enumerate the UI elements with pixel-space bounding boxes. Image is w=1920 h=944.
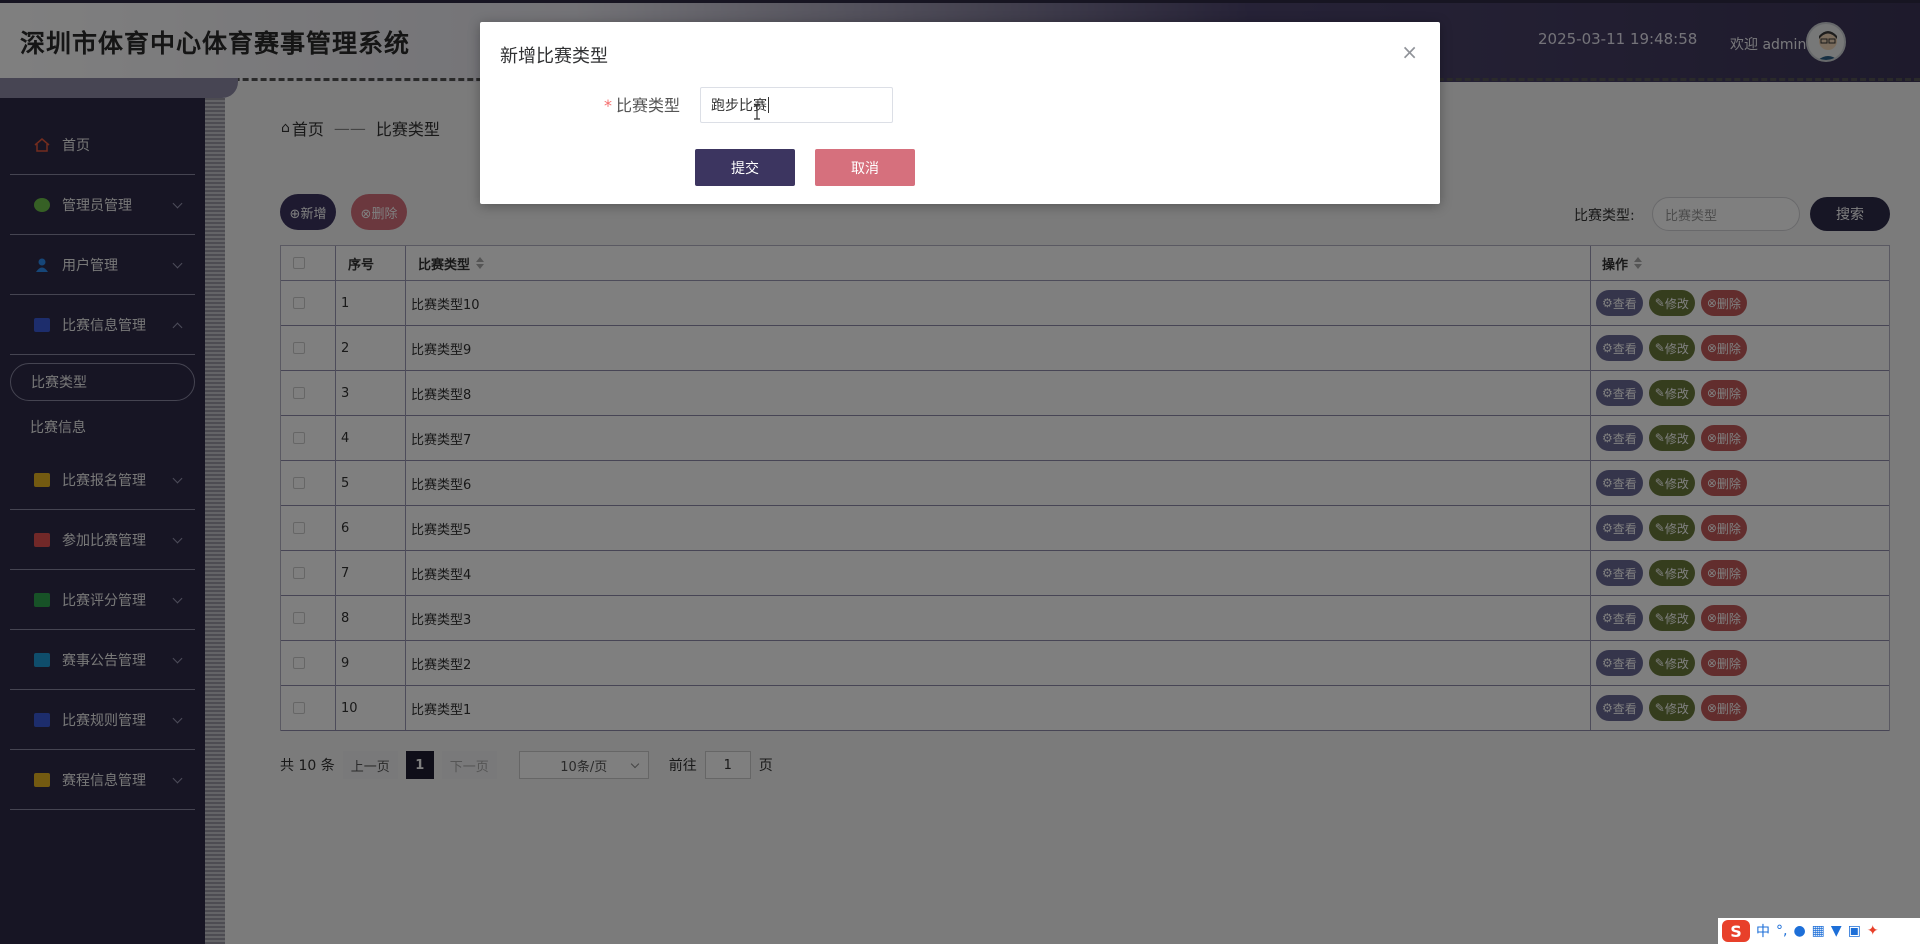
match-type-input[interactable]: 跑步比赛: [700, 87, 893, 123]
required-mark: *: [604, 96, 612, 115]
dialog-title: 新增比赛类型: [500, 46, 608, 67]
skin-icon[interactable]: ▼: [1831, 923, 1842, 939]
keyboard-icon[interactable]: ▦: [1812, 923, 1825, 939]
submit-button[interactable]: 提交: [695, 149, 795, 186]
add-match-type-dialog: 新增比赛类型 × * 比赛类型 跑步比赛 提交 取消: [480, 22, 1440, 204]
ime-toolbar: S 中 °, ● ▦ ▼ ▣ ✦: [1718, 918, 1920, 944]
ime-logo-icon[interactable]: S: [1722, 920, 1750, 942]
text-caret: [768, 97, 769, 113]
toolbox-icon[interactable]: ▣: [1848, 923, 1861, 939]
cancel-button[interactable]: 取消: [815, 149, 915, 186]
microphone-icon[interactable]: ●: [1793, 923, 1805, 939]
close-icon[interactable]: ×: [1401, 42, 1418, 62]
punctuation-icon[interactable]: °,: [1776, 923, 1787, 939]
settings-icon[interactable]: ✦: [1867, 923, 1879, 939]
match-type-field-label: * 比赛类型: [604, 92, 680, 116]
text-cursor-icon: [754, 104, 760, 120]
field-label-text: 比赛类型: [616, 96, 681, 115]
ime-mode-toggle[interactable]: 中: [1756, 921, 1770, 941]
